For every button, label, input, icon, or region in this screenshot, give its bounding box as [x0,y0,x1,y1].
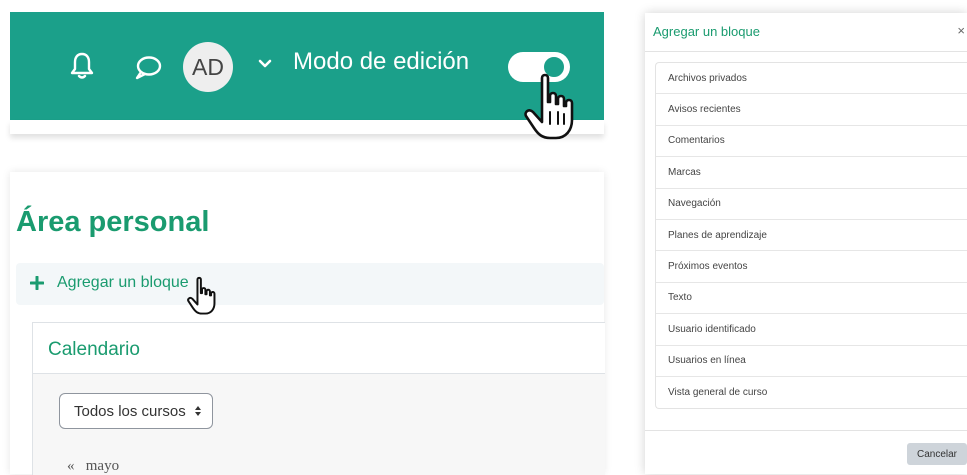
modal-title: Agregar un bloque [653,24,760,39]
modal-footer: Cancelar [645,430,967,475]
plus-icon[interactable] [30,276,44,290]
course-filter-select[interactable]: Todos los cursos [59,393,213,429]
block-item-marcas[interactable]: Marcas [656,157,967,189]
block-item-texto[interactable]: Texto [656,283,967,315]
block-item-archivos-privados[interactable]: Archivos privados [656,63,967,95]
cancel-button[interactable]: Cancelar [907,443,967,465]
select-caret-icon [195,406,201,416]
block-list: Archivos privados Avisos recientes Comen… [655,62,967,410]
calendar-header: Calendario [33,323,605,374]
calendar-body: Todos los cursos « mayo [33,374,605,475]
page-title: Área personal [16,206,210,238]
calendar-title: Calendario [48,339,140,360]
modal-header: Agregar un bloque × [645,13,967,52]
block-item-comentarios[interactable]: Comentarios [656,126,967,158]
top-navbar: AD Modo de edición [10,12,604,120]
navbar-shadow-strip [10,120,604,134]
chevron-down-icon[interactable] [258,59,272,69]
add-block-modal: Agregar un bloque × Archivos privados Av… [645,13,967,474]
block-item-planes-de-aprendizaje[interactable]: Planes de aprendizaje [656,220,967,252]
prev-month-label: mayo [85,458,120,474]
block-item-usuarios-en-linea[interactable]: Usuarios en línea [656,346,967,377]
avatar[interactable]: AD [183,42,233,92]
hand-pointer-icon [524,73,574,140]
avatar-initials: AD [192,53,224,80]
course-filter-value: Todos los cursos [74,402,186,420]
prev-month-link[interactable]: « mayo [67,458,119,475]
add-block-link[interactable]: Agregar un bloque [57,274,189,292]
prev-arrow-icon: « [67,458,75,474]
close-icon[interactable]: × [957,23,965,38]
block-item-usuario-identificado[interactable]: Usuario identificado [656,314,967,346]
chat-icon[interactable] [134,55,162,81]
calendar-block: Calendario Todos los cursos « mayo [32,322,605,475]
block-item-vista-general-de-curso[interactable]: Vista general de curso [656,377,967,408]
block-item-proximos-eventos[interactable]: Próximos eventos [656,251,967,283]
block-item-avisos-recientes[interactable]: Avisos recientes [656,94,967,126]
bell-icon[interactable] [70,52,94,80]
edit-mode-label: Modo de edición [293,48,470,75]
hand-pointer-icon [187,276,216,315]
block-item-navegacion[interactable]: Navegación [656,189,967,220]
